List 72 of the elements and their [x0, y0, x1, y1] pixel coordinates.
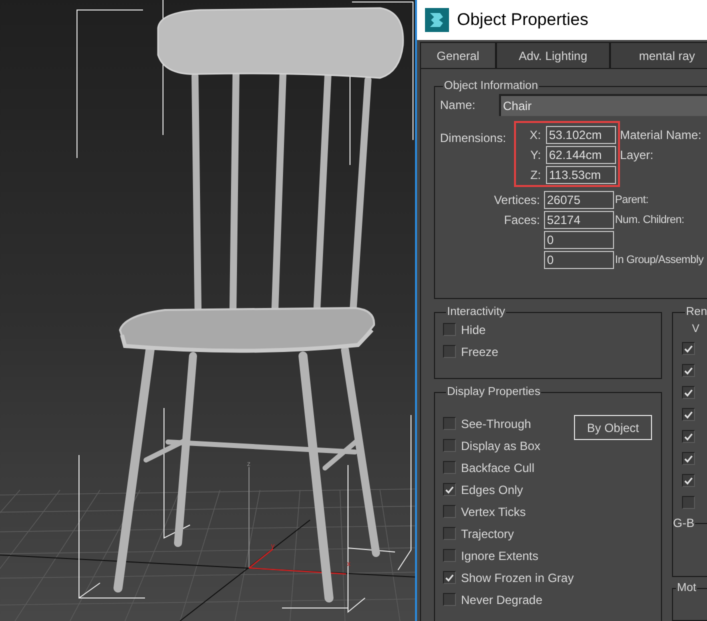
field-label: Vertices: [494, 192, 540, 209]
group-title: Interactivity [446, 305, 506, 319]
checkbox[interactable] [443, 483, 456, 496]
field-label: Dimensions: [440, 130, 508, 147]
checkbox[interactable] [682, 496, 695, 509]
group-title: Ren [685, 305, 707, 319]
field-label: Num. Children: [615, 212, 684, 228]
checkbox[interactable] [682, 452, 695, 465]
checkmark-icon [445, 486, 454, 494]
checkbox[interactable] [443, 439, 456, 452]
checkbox[interactable] [682, 430, 695, 443]
checkbox-label: Show Frozen in Gray [461, 570, 574, 586]
checkbox[interactable] [682, 474, 695, 487]
checkbox[interactable] [682, 342, 695, 355]
value-field[interactable]: 62.144cm [546, 146, 616, 164]
field-label: Layer: [620, 147, 654, 164]
checkmark-icon [684, 366, 693, 374]
checkbox[interactable] [443, 323, 456, 336]
checkbox[interactable] [682, 386, 695, 399]
checkmark-icon [684, 476, 693, 484]
tab[interactable]: Adv. Lighting [496, 42, 610, 68]
value-field[interactable]: 113.53cm [546, 166, 616, 184]
checkmark-icon [684, 410, 693, 418]
checkmark-icon [684, 454, 693, 462]
checkbox-label: Display as Box [461, 438, 540, 454]
value-field[interactable]: 0 [544, 251, 614, 269]
checkbox-label: Ignore Extents [461, 548, 538, 564]
window-title: Object Properties [457, 9, 588, 32]
column-label: V [692, 322, 700, 335]
field-label: Material Name: [620, 127, 702, 144]
checkbox[interactable] [443, 417, 456, 430]
field-label: Name: [440, 97, 476, 114]
value-field[interactable]: 0 [544, 231, 614, 249]
name-field[interactable]: Chair [499, 94, 707, 116]
checkbox-label: Never Degrade [461, 592, 542, 608]
checkbox[interactable] [443, 461, 456, 474]
checkmark-icon [684, 388, 693, 396]
checkbox[interactable] [443, 505, 456, 518]
value-field[interactable]: 26075 [544, 191, 614, 209]
group-title: Mot [676, 581, 698, 595]
checkmark-icon [445, 574, 454, 582]
checkbox[interactable] [443, 571, 456, 584]
checkbox-label: Trajectory [461, 526, 514, 542]
checkbox[interactable] [443, 593, 456, 606]
by-object-button[interactable]: By Object [574, 415, 652, 440]
field-label: In Group/Assembly [615, 252, 704, 268]
checkbox-label: Hide [461, 322, 486, 338]
checkbox-label: Backface Cull [461, 460, 534, 476]
checkbox[interactable] [682, 408, 695, 421]
tab[interactable]: mental ray [610, 42, 707, 68]
checkbox-label: Freeze [461, 344, 498, 360]
checkbox[interactable] [443, 527, 456, 540]
field-label: Faces: [504, 212, 540, 229]
axis-label: Y: [529, 147, 542, 164]
field-label: Parent: [615, 192, 648, 208]
group-title: Display Properties [446, 385, 542, 399]
axis-label: X: [528, 127, 542, 144]
checkbox[interactable] [682, 364, 695, 377]
axis-label: Z: [529, 167, 542, 184]
checkbox-label: Edges Only [461, 482, 524, 498]
checkmark-icon [684, 432, 693, 440]
checkbox[interactable] [443, 345, 456, 358]
tab[interactable]: General [420, 42, 496, 69]
app-logo-icon [425, 8, 449, 32]
checkmark-icon [684, 344, 693, 352]
value-field[interactable]: 52174 [544, 211, 614, 229]
group-title: Object Information [443, 79, 539, 93]
value-field[interactable]: 53.102cm [546, 126, 616, 144]
group-title: G-B [673, 516, 696, 530]
checkbox-label: See-Through [461, 416, 532, 432]
checkbox-label: Vertex Ticks [461, 504, 526, 520]
checkbox[interactable] [443, 549, 456, 562]
